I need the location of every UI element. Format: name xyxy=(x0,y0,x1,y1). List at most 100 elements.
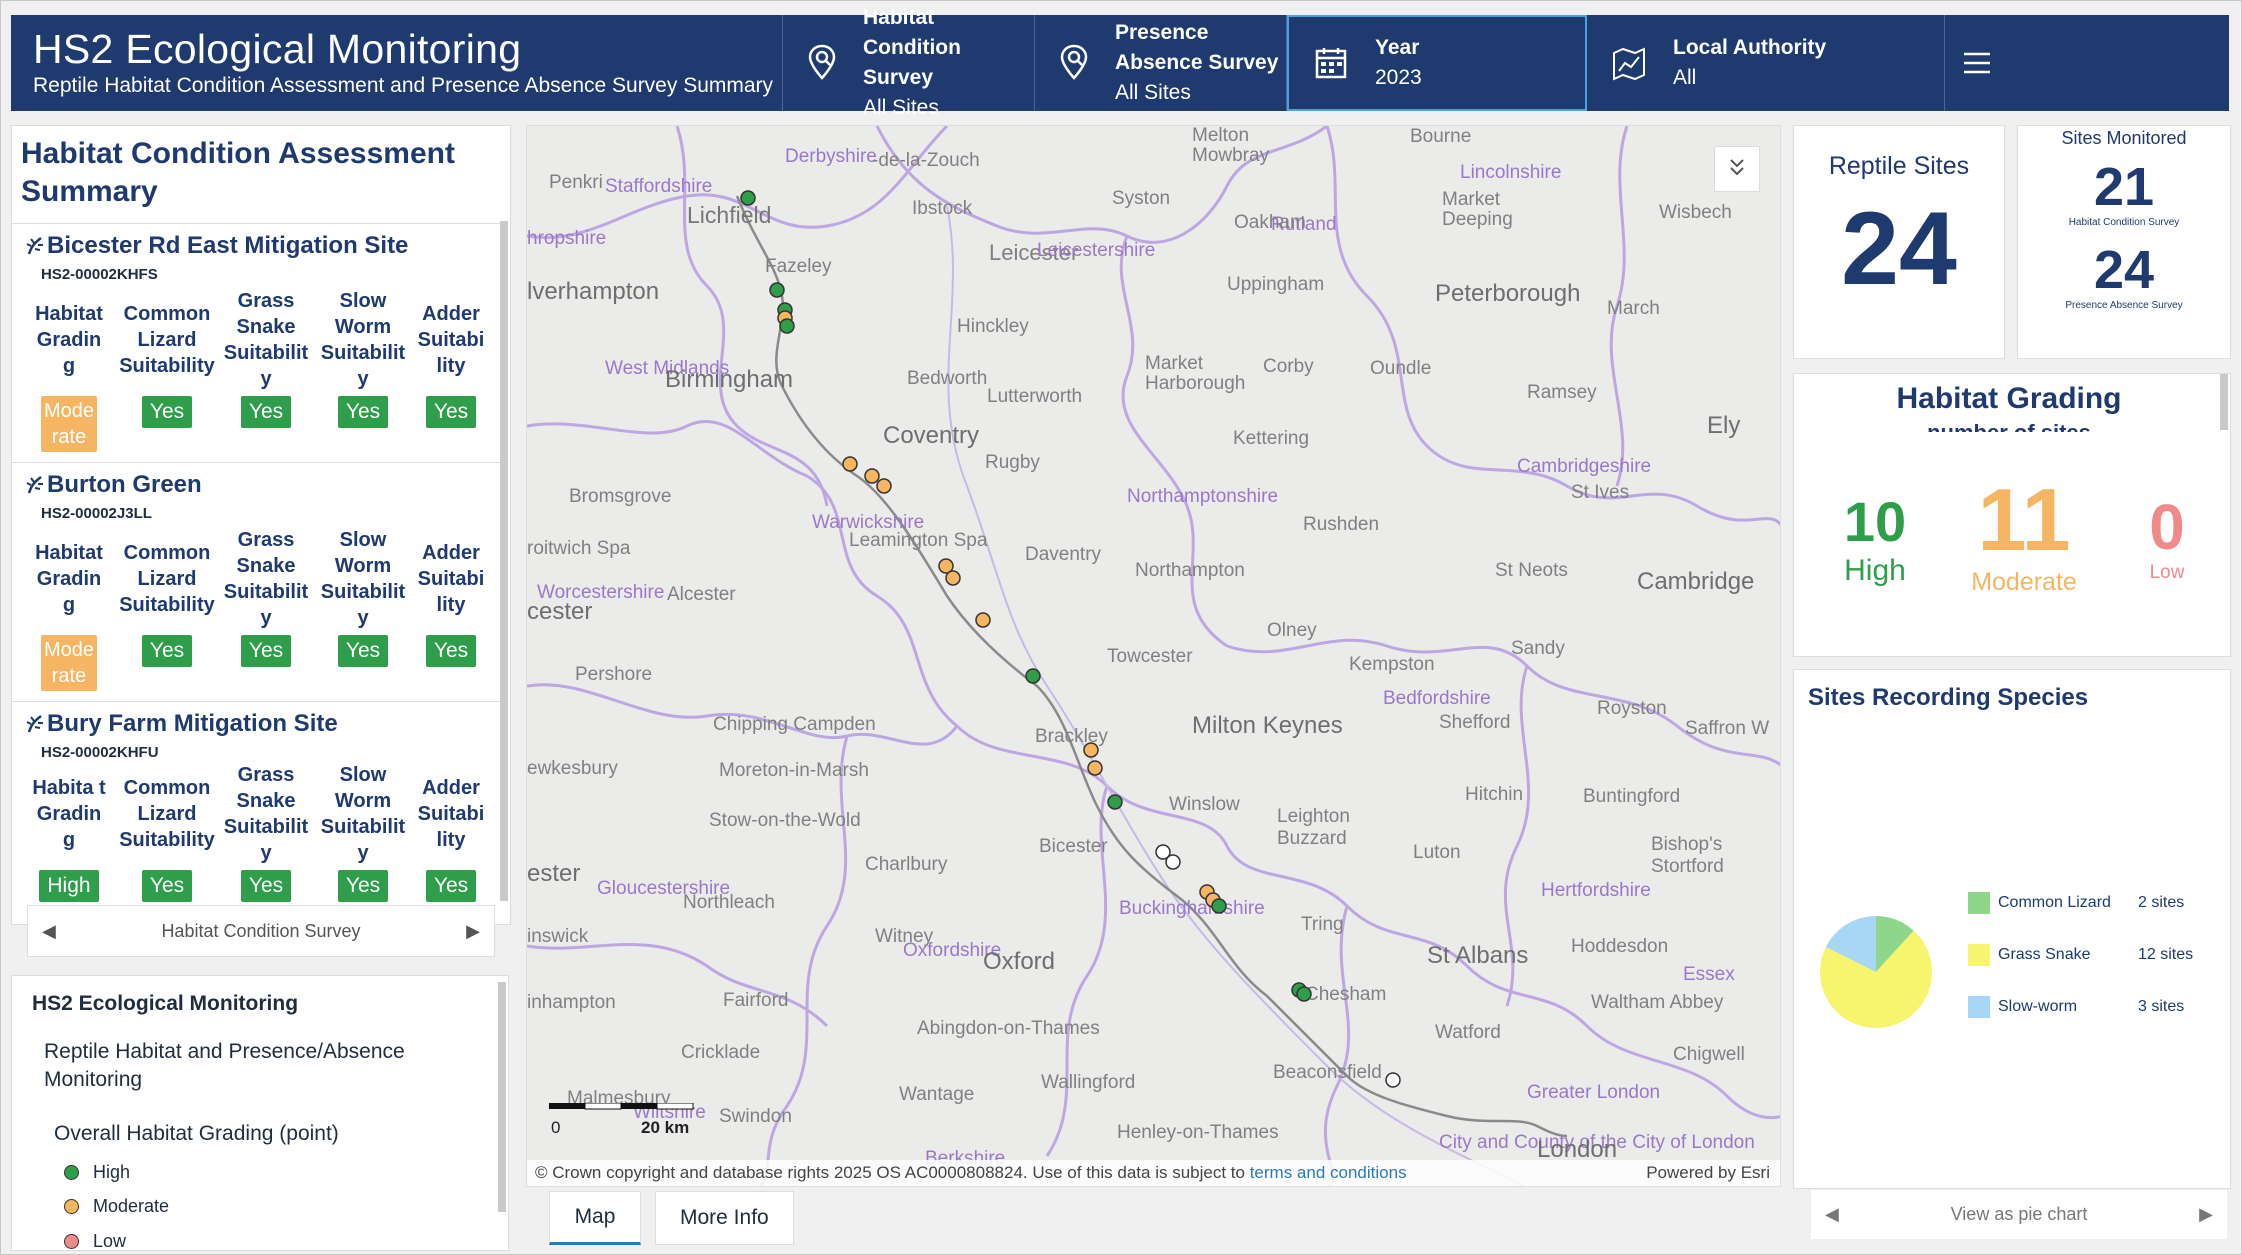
sites-monitored-label: Sites Monitored xyxy=(2061,128,2187,148)
next-icon[interactable]: ▶ xyxy=(466,921,480,942)
list-item[interactable]: Bury Farm Mitigation Site HS2-00002KHFU … xyxy=(11,701,506,903)
swatch xyxy=(1968,996,1990,1018)
selector-habitat-condition-survey[interactable]: Habitat Condition Survey All Sites xyxy=(783,6,1035,119)
selector-label: Year xyxy=(1375,36,1420,59)
tab-map[interactable]: Map xyxy=(549,1191,641,1245)
habitat-condition-pager: ◀ Habitat Condition Survey ▶ xyxy=(27,905,495,957)
map-pin-search-icon xyxy=(1059,43,1089,83)
map-view[interactable]: Derbyshire -de-la-Zouch Melton Mowbray B… xyxy=(526,125,1781,1187)
yes-badge: Yes xyxy=(240,635,292,667)
powered-by-esri[interactable]: Powered by Esri xyxy=(1646,1163,1770,1183)
site-point-high xyxy=(769,282,785,298)
selector-presence-absence-survey[interactable]: Presence Absence Survey All Sites xyxy=(1035,15,1287,111)
legend-item-high: High xyxy=(64,1162,130,1183)
legend-title: HS2 Ecological Monitoring xyxy=(32,992,299,1015)
map-attribution: © Crown copyright and database rights 20… xyxy=(527,1160,1780,1186)
species-pie-chart[interactable] xyxy=(1816,912,1936,1032)
column-header: Habita t Gradin g xyxy=(32,777,106,851)
yes-badge: Yes xyxy=(425,870,477,902)
site-name: Bicester Rd East Mitigation Site xyxy=(47,232,409,259)
yes-badge: Yes xyxy=(141,870,193,902)
scale-bar: 0 20 km xyxy=(549,1102,699,1137)
legend-scrollbar[interactable] xyxy=(498,982,506,1212)
column-header: Adder Suitabi lity xyxy=(417,777,485,851)
yes-badge: Yes xyxy=(240,870,292,902)
legend-heading: Overall Habitat Grading (point) xyxy=(54,1122,339,1145)
swatch xyxy=(1968,892,1990,914)
yes-badge: Yes xyxy=(141,635,193,667)
selector-year[interactable]: Year 2023 xyxy=(1287,15,1587,111)
pager-label: Habitat Condition Survey xyxy=(161,920,361,941)
yes-badge: Yes xyxy=(425,635,477,667)
selector-value: All Sites xyxy=(863,96,939,119)
site-point-high xyxy=(1107,794,1123,810)
legend-panel: HS2 Ecological Monitoring Reptile Habita… xyxy=(11,975,509,1251)
reptile-sites-card: Reptile Sites 24 xyxy=(1793,125,2005,359)
legend-item-label: Low xyxy=(93,1231,127,1251)
habitat-grading-card: Habitat Grading number of sites 10 High … xyxy=(1793,373,2231,657)
presence-absence-count-label: Presence Absence Survey xyxy=(2065,300,2183,311)
site-point-high xyxy=(1211,898,1227,914)
site-name: Burton Green xyxy=(47,471,202,498)
app-frame: HS2 Ecological Monitoring Reptile Habita… xyxy=(0,0,2242,1255)
orange-dot-icon xyxy=(64,1199,79,1214)
lizard-icon xyxy=(25,236,45,261)
app-subtitle: Reptile Habitat Condition Assessment and… xyxy=(33,74,774,97)
scale-label-start: 0 xyxy=(551,1118,561,1137)
collapse-button[interactable] xyxy=(1714,146,1760,192)
tab-more-info[interactable]: More Info xyxy=(655,1191,794,1245)
attribution-text: © Crown copyright and database rights 20… xyxy=(535,1163,1245,1182)
species-count: 2 sites xyxy=(2138,894,2185,911)
grading-scrollbar[interactable] xyxy=(2220,374,2228,430)
column-header: Common Lizard Suitability xyxy=(119,542,215,616)
site-point-unassessed xyxy=(1165,854,1181,870)
yes-badge: Yes xyxy=(240,396,292,428)
site-point-high xyxy=(1025,668,1041,684)
species-title: Sites Recording Species xyxy=(1808,684,2089,711)
green-dot-icon xyxy=(64,1165,79,1180)
previous-icon[interactable]: ◀ xyxy=(1825,1204,1839,1225)
next-icon[interactable]: ▶ xyxy=(2199,1204,2213,1225)
reptile-sites-label: Reptile Sites xyxy=(1828,152,1970,180)
map-icon xyxy=(1611,43,1647,83)
list-item[interactable]: Bicester Rd East Mitigation Site HS2-000… xyxy=(11,223,506,461)
site-point-moderate xyxy=(876,478,892,494)
site-point-unassessed xyxy=(1385,1072,1401,1088)
legend-layer-name: Reptile Habitat and Presence/Absence Mon… xyxy=(44,1040,405,1091)
list-scrollbar[interactable] xyxy=(500,221,508,901)
habitat-grading-subtitle: number of sites xyxy=(1794,420,2224,432)
site-point-moderate xyxy=(1087,760,1103,776)
app-title: HS2 Ecological Monitoring xyxy=(33,26,522,72)
column-header: Slow Worm Suitabilit y xyxy=(320,290,406,390)
grading-low: 0 Low xyxy=(2124,492,2210,584)
legend-item-label: Moderate xyxy=(93,1196,170,1216)
grading-badge: Mode rate xyxy=(41,635,97,691)
pager-label: View as pie chart xyxy=(1950,1204,2088,1224)
yes-badge: Yes xyxy=(337,635,389,667)
brand: HS2 Ecological Monitoring Reptile Habita… xyxy=(11,15,783,111)
grading-high-label: High xyxy=(1844,554,1906,587)
list-item[interactable]: Burton Green HS2-00002J3LL Habitat Gradi… xyxy=(11,462,506,700)
legend-item-low: Low xyxy=(64,1231,127,1251)
hamburger-menu-icon[interactable] xyxy=(1945,15,2009,111)
column-header: Slow Worm Suitabilit y xyxy=(320,764,406,864)
swatch xyxy=(1968,944,1990,966)
site-point-moderate xyxy=(1083,742,1099,758)
site-code: HS2-00002KHFS xyxy=(41,266,158,283)
scale-label-end: 20 km xyxy=(641,1118,690,1137)
site-point-moderate xyxy=(945,570,961,586)
grading-badge: High xyxy=(39,870,99,902)
yes-badge: Yes xyxy=(141,396,193,428)
map-pin-search-icon xyxy=(807,43,837,83)
lizard-icon xyxy=(25,714,45,739)
red-dot-icon xyxy=(64,1234,79,1249)
selector-label: Habitat Condition Survey xyxy=(863,6,961,89)
legend-item-common-lizard: Common Lizard 2 sites xyxy=(1968,892,2184,914)
site-point-moderate xyxy=(975,612,991,628)
previous-icon[interactable]: ◀ xyxy=(42,921,56,942)
selector-local-authority[interactable]: Local Authority All xyxy=(1587,15,1945,111)
map-site-points xyxy=(740,190,1401,1088)
terms-link[interactable]: terms and conditions xyxy=(1250,1163,1407,1182)
site-code: HS2-00002J3LL xyxy=(41,505,152,522)
chevron-down-icon xyxy=(1727,156,1747,183)
